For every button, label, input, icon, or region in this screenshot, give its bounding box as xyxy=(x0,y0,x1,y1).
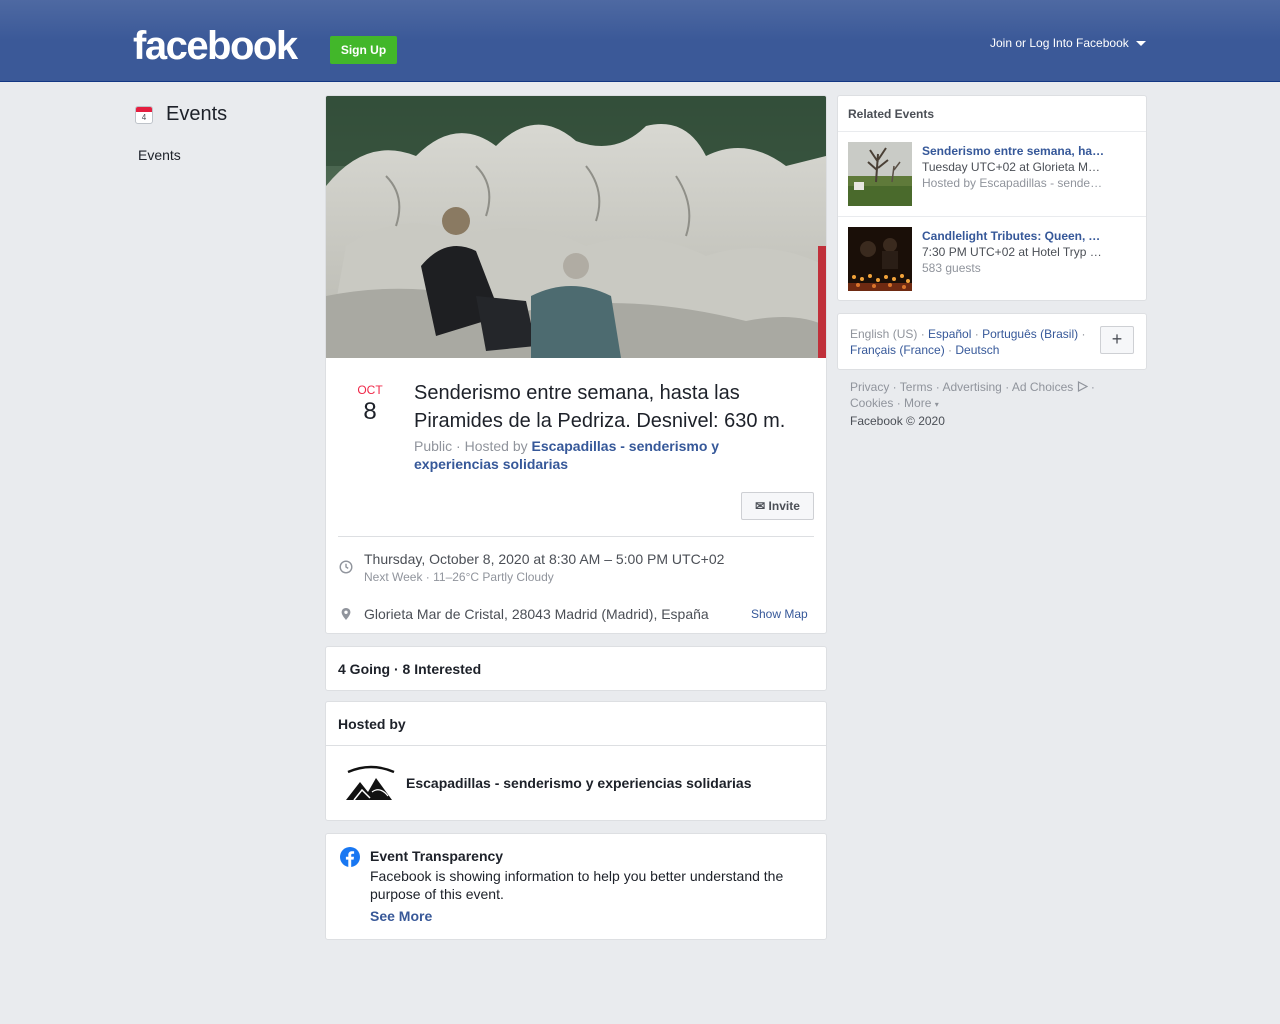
event-cover-photo[interactable] xyxy=(326,96,826,358)
top-bar: facebook Sign Up Join or Log Into Facebo… xyxy=(0,0,1280,82)
related-event-time: 7:30 PM UTC+02 at Hotel Tryp Madrid xyxy=(922,245,1106,259)
calendar-icon: 4 xyxy=(135,105,153,124)
events-title: Events xyxy=(166,103,228,125)
show-map-link[interactable]: Show Map xyxy=(751,607,808,621)
more-languages-button[interactable]: + xyxy=(1100,326,1134,354)
envelope-icon: ✉ xyxy=(755,499,766,513)
event-title: Senderismo entre semana, hasta las Piram… xyxy=(414,382,786,432)
event-privacy: Public xyxy=(414,438,453,454)
events-page-title: 4 Events xyxy=(135,103,227,126)
current-language: English (US) xyxy=(850,327,918,341)
related-event-item[interactable]: Candlelight Tributes: Queen, Abba y más … xyxy=(848,227,1138,291)
related-event-host: Hosted by Escapadillas - senderismo y ex… xyxy=(922,176,1106,190)
related-event-title[interactable]: Candlelight Tributes: Queen, Abba y más xyxy=(922,229,1106,243)
see-more-link[interactable]: See More xyxy=(370,908,432,924)
related-events-heading: Related Events xyxy=(848,107,935,121)
ad-choices-label: Ad Choices xyxy=(1011,380,1074,394)
event-location[interactable]: Glorieta Mar de Cristal, 28043 Madrid (M… xyxy=(364,606,709,622)
language-link-pt[interactable]: Português (Brasil) xyxy=(982,327,1078,341)
language-link-de[interactable]: Deutsch xyxy=(955,343,999,357)
footer: Privacy · Terms · Advertising · Ad Choic… xyxy=(850,380,1095,428)
caret-down-icon xyxy=(1135,41,1146,47)
facebook-icon xyxy=(340,847,360,867)
calendar-day: 4 xyxy=(141,112,147,122)
location-pin-icon xyxy=(341,608,351,620)
related-event-time: Tuesday UTC+02 at Glorieta Mar de Crista… xyxy=(922,160,1106,174)
event-datetime: Thursday, October 8, 2020 at 8:30 AM – 5… xyxy=(364,551,725,567)
more-label: More xyxy=(904,396,932,410)
divider xyxy=(338,536,814,537)
divider xyxy=(838,131,1146,132)
hosted-by-prefix: Hosted by xyxy=(464,438,528,454)
events-nav-link[interactable]: Events xyxy=(138,147,181,163)
event-month: Oct xyxy=(357,383,383,397)
facebook-logo[interactable]: facebook xyxy=(133,26,298,66)
join-login-menu[interactable]: Join or Log Into Facebook xyxy=(990,36,1146,50)
join-login-label: Join or Log Into Facebook xyxy=(990,36,1129,50)
divider xyxy=(838,216,1146,217)
event-day: 8 xyxy=(363,398,377,425)
clock-icon xyxy=(339,560,353,574)
invite-label: Invite xyxy=(768,499,800,513)
related-event-thumbnail xyxy=(848,142,912,206)
divider xyxy=(326,745,826,746)
host-avatar[interactable] xyxy=(344,762,398,806)
host-name-link[interactable]: Escapadillas - senderismo y experiencias… xyxy=(406,775,752,791)
related-event-thumbnail xyxy=(848,227,912,291)
invite-button[interactable]: ✉ Invite xyxy=(741,492,814,520)
going-interested-card: 4 Going · 8 Interested xyxy=(325,646,827,691)
caret-down-icon: ▾ xyxy=(934,400,939,409)
event-card: Oct 8 Senderismo entre semana, hasta las… xyxy=(325,95,827,634)
ad-choices-icon xyxy=(1077,381,1088,392)
transparency-heading: Event Transparency xyxy=(370,848,504,864)
privacy-link[interactable]: Privacy xyxy=(850,380,889,394)
going-interested-count[interactable]: 4 Going · 8 Interested xyxy=(338,661,481,677)
event-datetime-sub: Next Week · 11–26°C Partly Cloudy xyxy=(364,570,554,584)
related-events-card: Related Events Senderismo entre semana, … xyxy=(837,95,1147,301)
ad-choices-link[interactable]: Ad Choices xyxy=(1012,380,1088,394)
language-list: English (US) · Español · Português (Bras… xyxy=(850,327,1086,357)
event-meta: Public · Hosted by Escapadillas - sender… xyxy=(414,438,720,472)
copyright: Facebook © 2020 xyxy=(850,414,945,428)
advertising-link[interactable]: Advertising xyxy=(942,380,1001,394)
hosted-by-heading: Hosted by xyxy=(338,716,406,732)
related-event-title[interactable]: Senderismo entre semana, hasta las Piram… xyxy=(922,144,1106,158)
transparency-body: Facebook is showing information to help … xyxy=(370,868,784,902)
event-transparency-card: Event Transparency Facebook is showing i… xyxy=(325,833,827,940)
related-event-guests: 583 guests xyxy=(922,261,981,275)
cookies-link[interactable]: Cookies xyxy=(850,396,893,410)
language-selector-card: English (US) · Español · Português (Bras… xyxy=(837,313,1147,370)
language-link-es[interactable]: Español xyxy=(928,327,971,341)
language-link-fr[interactable]: Français (France) xyxy=(850,343,945,357)
more-link[interactable]: More ▾ xyxy=(904,396,939,410)
related-event-item[interactable]: Senderismo entre semana, hasta las Piram… xyxy=(848,142,1138,206)
hosted-by-card: Hosted by Escapadillas - senderismo y ex… xyxy=(325,701,827,821)
event-host-link[interactable]: Escapadillas - senderismo y experiencias… xyxy=(414,438,719,472)
sign-up-button[interactable]: Sign Up xyxy=(330,36,397,64)
terms-link[interactable]: Terms xyxy=(900,380,933,394)
